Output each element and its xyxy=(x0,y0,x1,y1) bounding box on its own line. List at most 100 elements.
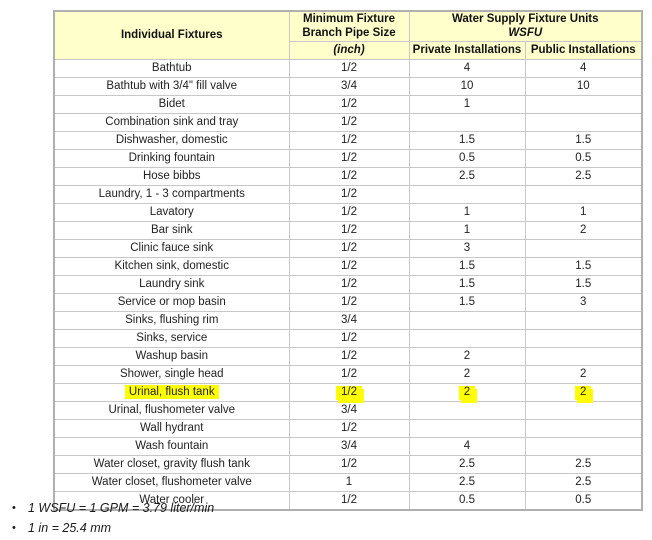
table-row: Bidet 1/2 1 xyxy=(53,94,643,114)
cell-private-installations: 2 xyxy=(408,364,526,384)
cell-pipe-size: 1/2 xyxy=(288,346,410,366)
table-row: Laundry sink 1/2 1.5 1.5 xyxy=(53,274,643,294)
cell-public-installations: 10 xyxy=(524,76,643,96)
cell-public-installations xyxy=(524,310,643,330)
column-header-minimum-fixture-branch-pipe-size: Minimum Fixture Branch Pipe Size xyxy=(288,10,410,42)
column-header-water-supply-fixture-units: Water Supply Fixture Units WSFU xyxy=(408,10,643,42)
cell-private-installations xyxy=(408,310,526,330)
cell-fixture-name: Urinal, flush tank xyxy=(53,382,290,402)
table-row: Urinal, flushometer valve 3/4 xyxy=(53,400,643,420)
column-header-private-installations: Private Installations xyxy=(408,40,526,60)
cell-public-installations: 4 xyxy=(524,58,643,78)
cell-public-installations: 1 xyxy=(524,202,643,222)
cell-fixture-name: Drinking fountain xyxy=(53,148,290,168)
column-header-pipe-size-unit: (inch) xyxy=(288,40,410,60)
table-row: Wall hydrant 1/2 xyxy=(53,418,643,438)
cell-fixture-name: Lavatory xyxy=(53,202,290,222)
cell-pipe-size: 1/2 xyxy=(288,454,410,474)
table-row: Service or mop basin 1/2 1.5 3 xyxy=(53,292,643,312)
table-row: Hose bibbs 1/2 2.5 2.5 xyxy=(53,166,643,186)
cell-private-installations: 4 xyxy=(408,436,526,456)
cell-fixture-name: Sinks, service xyxy=(53,328,290,348)
cell-pipe-size: 3/4 xyxy=(288,76,410,96)
cell-pipe-size: 1/2 xyxy=(288,148,410,168)
cell-public-installations xyxy=(524,400,643,420)
cell-pipe-size: 3/4 xyxy=(288,436,410,456)
cell-private-installations: 2 xyxy=(408,382,526,402)
cell-private-installations: 0.5 xyxy=(408,148,526,168)
cell-public-installations xyxy=(524,184,643,204)
cell-fixture-name: Bathtub xyxy=(53,58,290,78)
table-row: Shower, single head 1/2 2 2 xyxy=(53,364,643,384)
cell-public-installations xyxy=(524,238,643,258)
cell-public-installations: 2 xyxy=(524,364,643,384)
table-row: Lavatory 1/2 1 1 xyxy=(53,202,643,222)
cell-pipe-size: 1/2 xyxy=(288,382,410,402)
header-row-primary: Individual Fixtures Minimum Fixture Bran… xyxy=(53,10,643,60)
cell-pipe-size: 1/2 xyxy=(288,238,410,258)
cell-private-installations xyxy=(408,328,526,348)
cell-fixture-name: Urinal, flushometer valve xyxy=(53,400,290,420)
cell-fixture-name: Bidet xyxy=(53,94,290,114)
cell-public-installations: 2 xyxy=(524,382,643,402)
cell-pipe-size: 1/2 xyxy=(288,364,410,384)
cell-pipe-size: 1/2 xyxy=(288,166,410,186)
cell-private-installations: 1.5 xyxy=(408,256,526,276)
cell-pipe-size: 1/2 xyxy=(288,112,410,132)
cell-public-installations: 3 xyxy=(524,292,643,312)
column-header-individual-fixtures: Individual Fixtures xyxy=(53,10,290,60)
footnote-item: 1 WSFU = 1 GPM = 3.79 liter/min xyxy=(12,498,448,518)
cell-public-installations: 2.5 xyxy=(524,472,643,492)
table-row: Sinks, flushing rim 3/4 xyxy=(53,310,643,330)
column-header-public-installations: Public Installations xyxy=(524,40,643,60)
highlight-marker: 2 xyxy=(575,386,592,401)
cell-pipe-size: 3/4 xyxy=(288,400,410,420)
table-row: Kitchen sink, domestic 1/2 1.5 1.5 xyxy=(53,256,643,276)
wsfu-abbreviation-text: WSFU xyxy=(508,27,543,40)
cell-pipe-size: 1/2 xyxy=(288,418,410,438)
cell-fixture-name: Bathtub with 3/4" fill valve xyxy=(53,76,290,96)
cell-public-installations: 0.5 xyxy=(524,148,643,168)
cell-private-installations xyxy=(408,400,526,420)
table-row: Clinic fauce sink 1/2 3 xyxy=(53,238,643,258)
table-row: Drinking fountain 1/2 0.5 0.5 xyxy=(53,148,643,168)
cell-public-installations xyxy=(524,112,643,132)
table-row: Bathtub 1/2 4 4 xyxy=(53,58,643,78)
cell-pipe-size: 1/2 xyxy=(288,256,410,276)
cell-fixture-name: Bar sink xyxy=(53,220,290,240)
cell-pipe-size: 1/2 xyxy=(288,184,410,204)
cell-fixture-name: Hose bibbs xyxy=(53,166,290,186)
cell-private-installations: 1.5 xyxy=(408,130,526,150)
cell-fixture-name: Laundry sink xyxy=(53,274,290,294)
table-row: Dishwasher, domestic 1/2 1.5 1.5 xyxy=(53,130,643,150)
cell-fixture-name: Shower, single head xyxy=(53,364,290,384)
cell-fixture-name: Dishwasher, domestic xyxy=(53,130,290,150)
cell-public-installations xyxy=(524,328,643,348)
table-row: Urinal, flush tank 1/2 2 2 xyxy=(53,382,643,402)
table-row: Combination sink and tray 1/2 xyxy=(53,112,643,132)
table-row: Bathtub with 3/4" fill valve 3/4 10 10 xyxy=(53,76,643,96)
cell-public-installations: 1.5 xyxy=(524,274,643,294)
cell-private-installations: 1 xyxy=(408,94,526,114)
cell-private-installations: 3 xyxy=(408,238,526,258)
cell-private-installations: 2 xyxy=(408,346,526,366)
footnote-item: 1 in = 25.4 mm xyxy=(12,518,448,538)
cell-public-installations: 2.5 xyxy=(524,166,643,186)
cell-public-installations xyxy=(524,418,643,438)
cell-private-installations: 1.5 xyxy=(408,292,526,312)
cell-pipe-size: 1 xyxy=(288,472,410,492)
cell-public-installations: 2.5 xyxy=(524,454,643,474)
cell-pipe-size: 3/4 xyxy=(288,310,410,330)
cell-fixture-name: Kitchen sink, domestic xyxy=(53,256,290,276)
cell-fixture-name: Combination sink and tray xyxy=(53,112,290,132)
cell-fixture-name: Water closet, flushometer valve xyxy=(53,472,290,492)
cell-pipe-size: 1/2 xyxy=(288,220,410,240)
table-row: Bar sink 1/2 1 2 xyxy=(53,220,643,240)
table-row: Water closet, gravity flush tank 1/2 2.5 2.… xyxy=(53,454,643,474)
cell-fixture-name: Water closet, gravity flush tank xyxy=(53,454,290,474)
table-row: Laundry, 1 - 3 compartments 1/2 xyxy=(53,184,643,204)
cell-pipe-size: 1/2 xyxy=(288,292,410,312)
highlight-marker: Urinal, flush tank xyxy=(124,385,219,400)
cell-public-installations: 1.5 xyxy=(524,256,643,276)
table-header: Individual Fixtures Minimum Fixture Bran… xyxy=(53,10,643,60)
